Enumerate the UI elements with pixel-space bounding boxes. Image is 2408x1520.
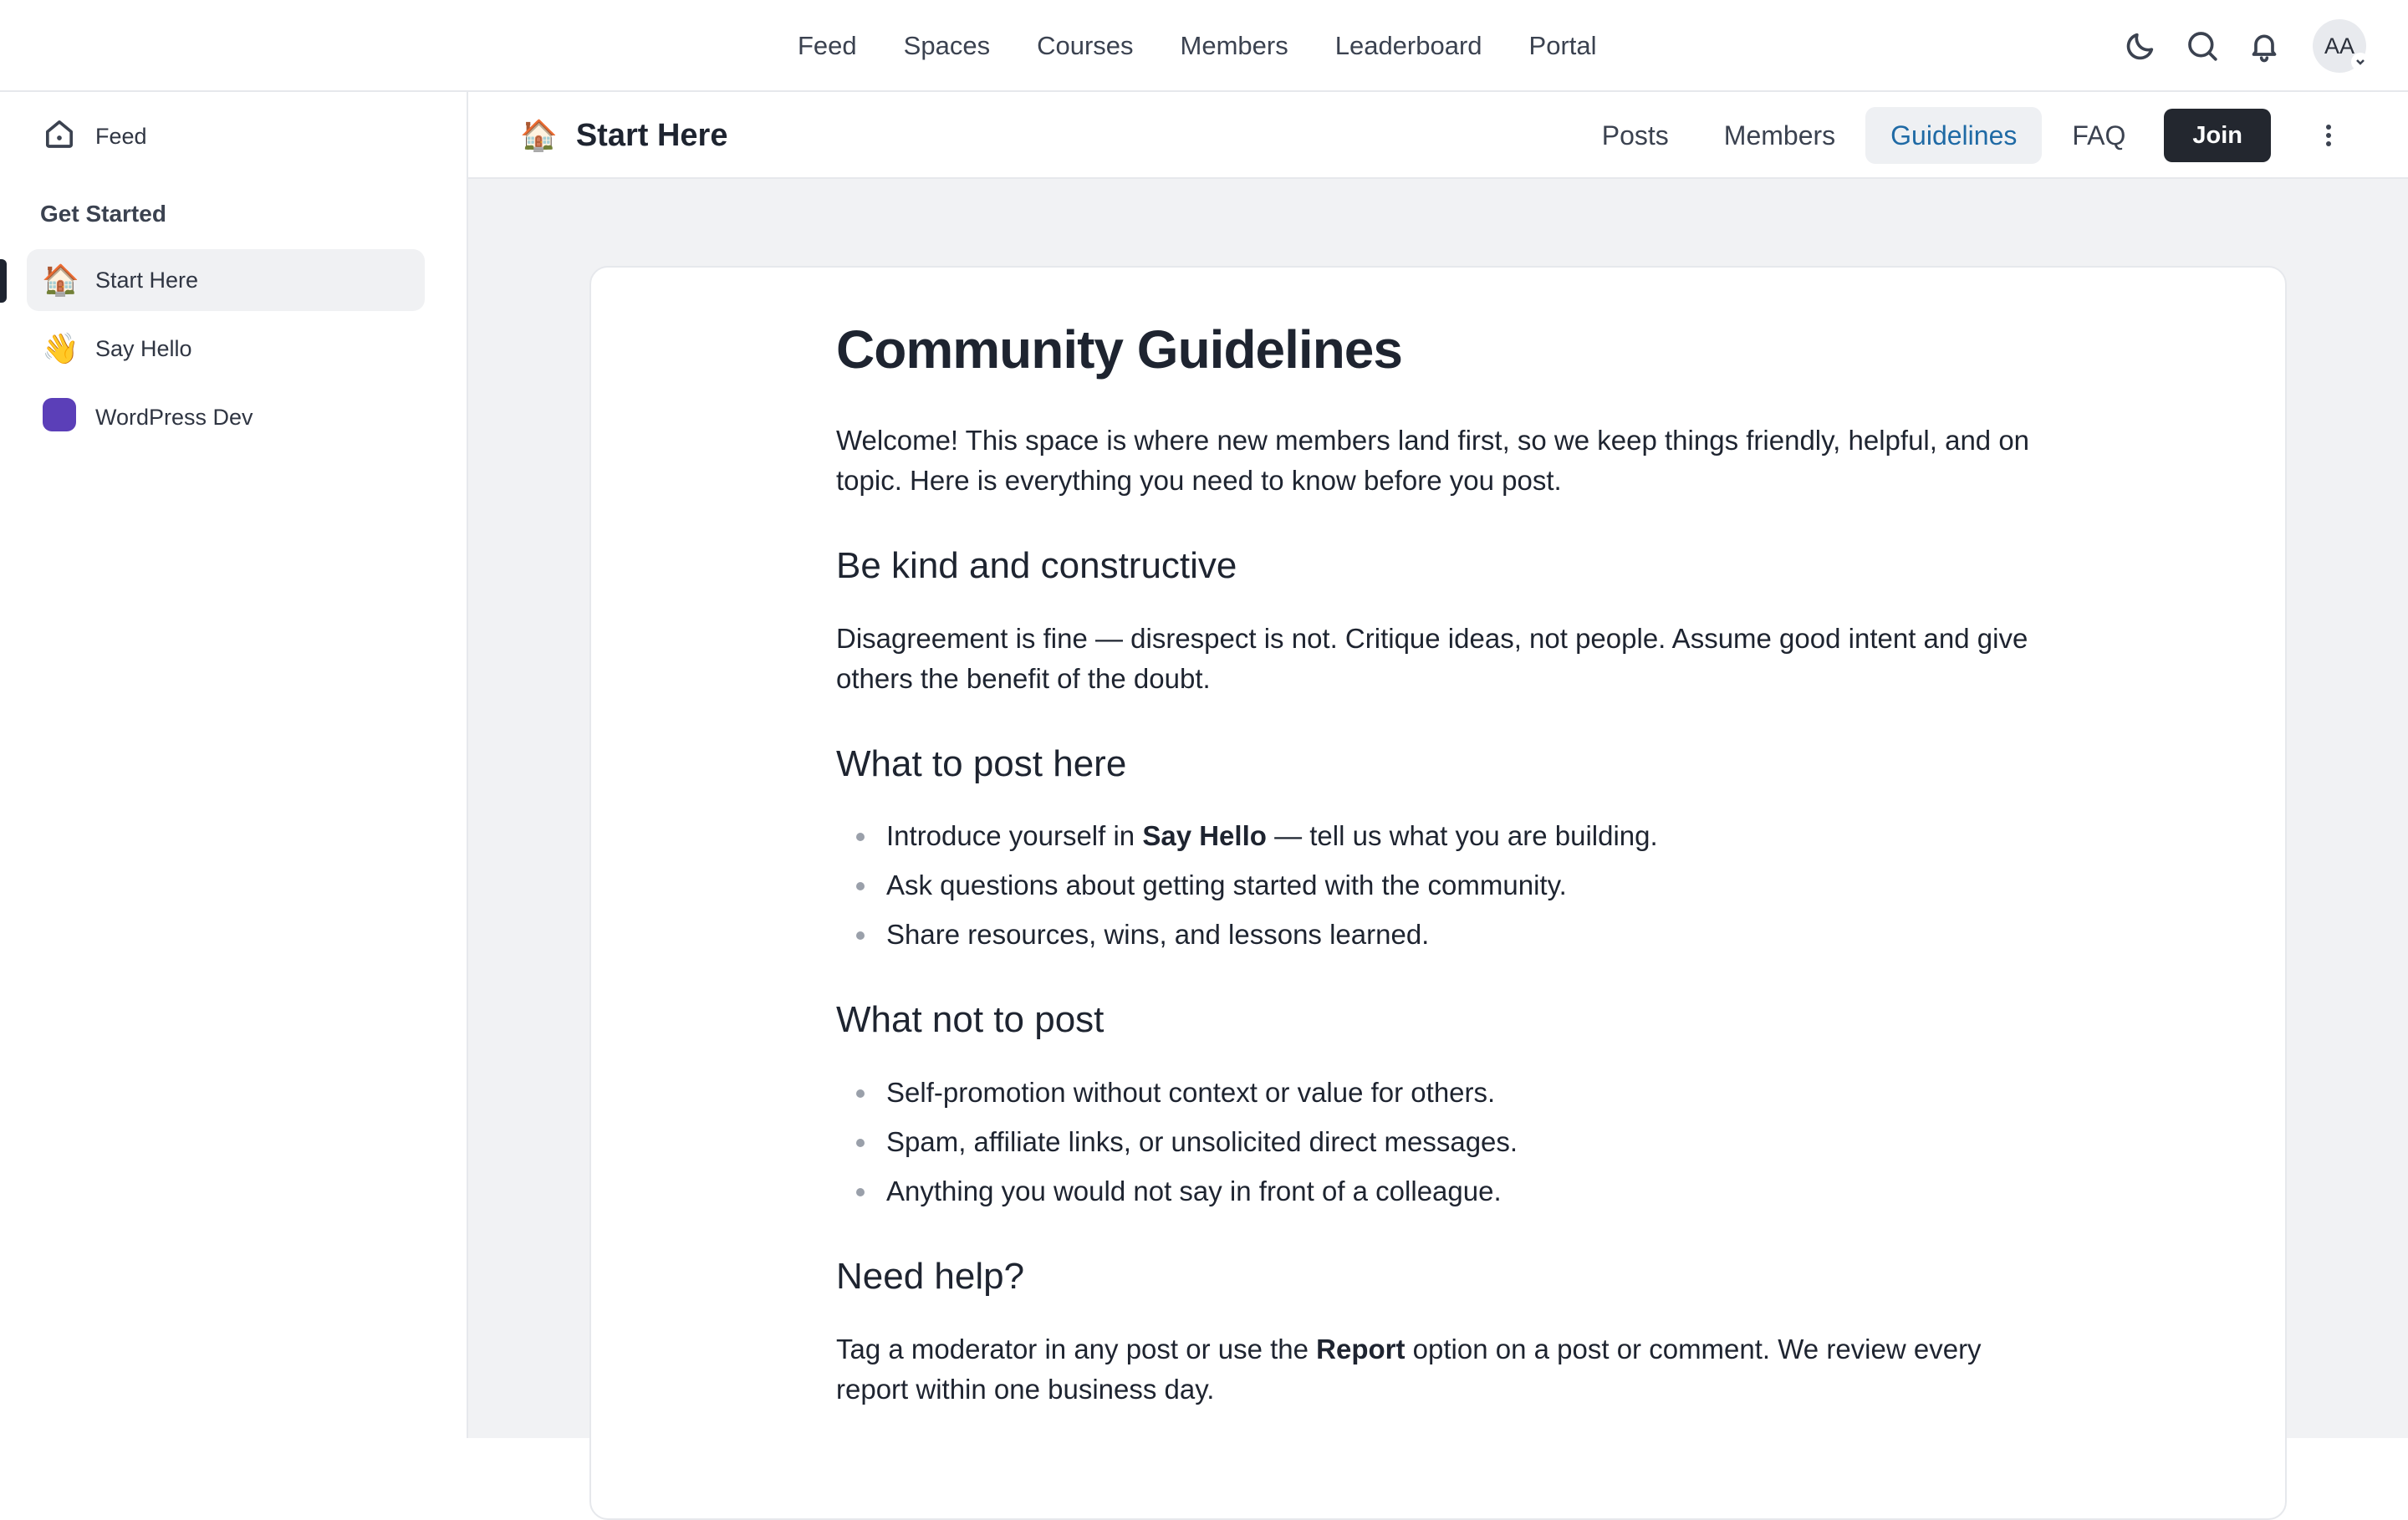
tab-guidelines[interactable]: Guidelines	[1865, 107, 2043, 164]
avatar-initials: AA	[2324, 33, 2355, 59]
dark-mode-toggle[interactable]	[2122, 28, 2159, 64]
list-item: Ask questions about getting started with…	[836, 865, 2040, 905]
topnav-spaces[interactable]: Spaces	[880, 31, 1013, 61]
report-bold-text: Report	[1316, 1333, 1406, 1364]
join-button[interactable]: Join	[2164, 109, 2271, 162]
page-title: Start Here	[575, 117, 728, 153]
bell-icon	[2252, 34, 2277, 63]
section-heading: What not to post	[836, 999, 1105, 1041]
chevron-down-icon	[2351, 53, 2370, 71]
guidelines-document: Community Guidelines Welcome! This space…	[836, 318, 2040, 1410]
more-vertical-icon	[2326, 125, 2331, 146]
sidebar: Feed Get Started 🏠 Start Here 👋 Say Hell…	[0, 92, 468, 1438]
user-avatar-menu[interactable]: AA	[2313, 19, 2370, 73]
space-header: 🏠 Start Here Posts Members Guidelines FA…	[468, 92, 2408, 179]
active-indicator	[0, 259, 7, 303]
section-heading: What to post here	[836, 742, 1127, 784]
topnav-courses[interactable]: Courses	[1013, 31, 1156, 61]
top-navigation: Feed Spaces Courses Members Leaderboard …	[778, 0, 1620, 92]
section-paragraph: Disagreement is fine — disrespect is not…	[836, 622, 2028, 694]
topnav-members[interactable]: Members	[1157, 31, 1312, 61]
tab-posts[interactable]: Posts	[1577, 107, 1694, 164]
purple-square-icon	[42, 398, 77, 436]
list-item: Share resources, wins, and lessons learn…	[836, 915, 2040, 955]
sidebar-item-label: Feed	[95, 123, 147, 149]
space-title: 🏠 Start Here	[520, 92, 727, 179]
house-emoji-icon: 🏠	[520, 118, 558, 152]
sidebar-item-label: Say Hello	[95, 335, 192, 361]
section-heading: Be kind and constructive	[836, 544, 1237, 586]
list-item: Anything you would not say in front of a…	[836, 1171, 2040, 1211]
list-item: Spam, affiliate links, or unsolicited di…	[836, 1122, 2040, 1162]
house-emoji-icon: 🏠	[42, 263, 79, 297]
topnav-feed[interactable]: Feed	[778, 31, 880, 61]
sidebar-item-say-hello[interactable]: 👋 Say Hello	[27, 318, 425, 380]
list-item: Introduce yourself in Say Hello — tell u…	[836, 816, 2040, 856]
bullet-list: Self-promotion without context or value …	[836, 1073, 2040, 1211]
tab-faq[interactable]: FAQ	[2047, 107, 2150, 164]
sidebar-item-label: Start Here	[95, 267, 199, 293]
sidebar-item-start-here[interactable]: 🏠 Start Here	[27, 249, 425, 311]
moon-icon	[2126, 33, 2154, 60]
topnav-leaderboard[interactable]: Leaderboard	[1312, 31, 1506, 61]
sidebar-item-wordpress-dev[interactable]: WordPress Dev	[27, 386, 425, 448]
space-tabs: Posts Members Guidelines FAQ Join	[1577, 92, 2349, 179]
document-title: Community Guidelines	[836, 319, 1403, 380]
bullet-list: Introduce yourself in Say Hello — tell u…	[836, 816, 2040, 955]
sidebar-item-feed[interactable]: Feed	[27, 105, 425, 167]
tab-members[interactable]: Members	[1699, 107, 1860, 164]
topnav-portal[interactable]: Portal	[1506, 31, 1620, 61]
section-heading: Need help?	[836, 1256, 1025, 1298]
more-options-button[interactable]	[2308, 109, 2349, 162]
sidebar-section-title: Get Started	[40, 201, 166, 227]
waving-hand-icon: 👋	[42, 331, 79, 365]
say-hello-link-text: Say Hello	[1142, 820, 1267, 852]
search-icon	[2188, 32, 2217, 61]
top-bar: Feed Spaces Courses Members Leaderboard …	[0, 0, 2408, 92]
sidebar-item-label: WordPress Dev	[95, 404, 253, 430]
top-actions: AA	[2122, 0, 2370, 92]
home-icon	[42, 117, 77, 156]
section-paragraph: Tag a moderator in any post or use the R…	[836, 1333, 1982, 1405]
search-button[interactable]	[2184, 28, 2221, 64]
notifications-button[interactable]	[2246, 28, 2283, 64]
list-item: Self-promotion without context or value …	[836, 1073, 2040, 1113]
intro-paragraph: Welcome! This space is where new members…	[836, 424, 2030, 496]
